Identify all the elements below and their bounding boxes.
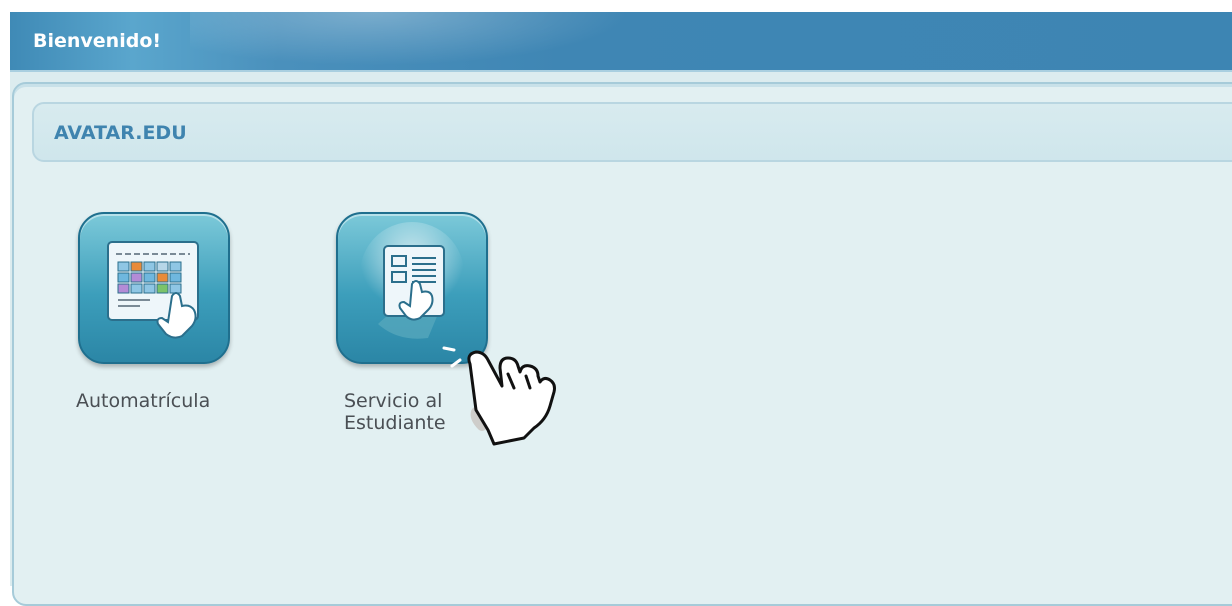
servicio-estudiante-label-line1[interactable]: Servicio al [344, 390, 442, 412]
title-bar-highlight [190, 12, 650, 70]
main-window: Bienvenido! AVATAR.EDU Automatrícula Ser… [10, 12, 1232, 606]
calendar-touch-icon [107, 241, 199, 339]
automatricula-label[interactable]: Automatrícula [76, 390, 210, 412]
title-bar: Bienvenido! [10, 12, 1232, 72]
servicio-estudiante-label-line2[interactable]: Estudiante [344, 412, 446, 434]
panel-header: AVATAR.EDU [32, 102, 1232, 162]
pointing-hand-icon [442, 346, 556, 446]
app-automatricula[interactable]: Automatrícula [76, 212, 256, 412]
panel-title: AVATAR.EDU [54, 122, 187, 144]
window-title: Bienvenido! [33, 30, 162, 52]
automatricula-tile[interactable] [78, 212, 230, 364]
